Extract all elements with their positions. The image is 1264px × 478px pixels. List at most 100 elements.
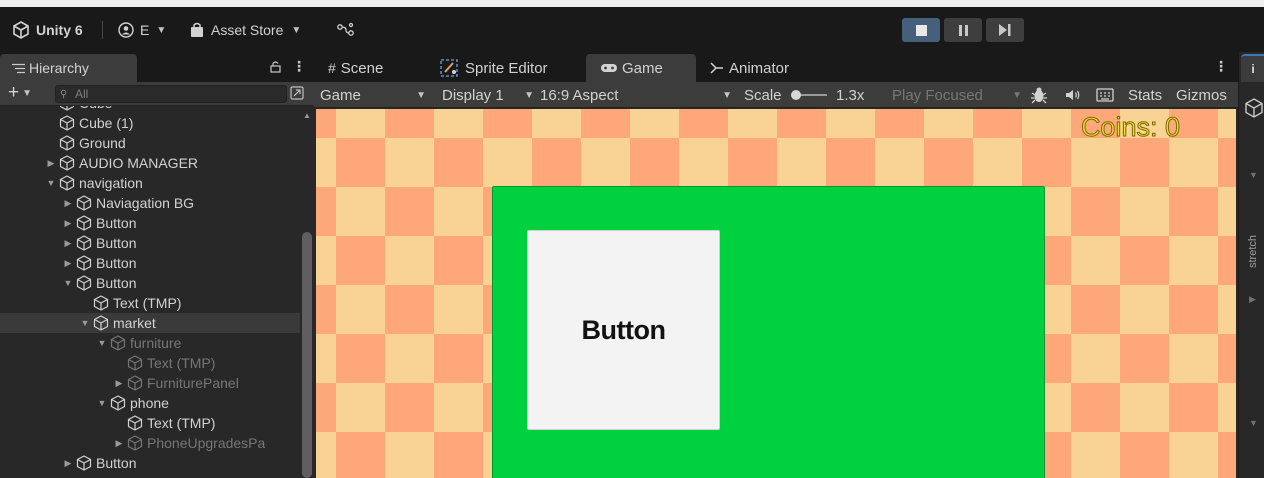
chevron-down-icon: ▼ [1012, 89, 1022, 101]
pause-button[interactable] [944, 18, 982, 42]
expand-arrow-right-icon[interactable]: ▶ [61, 258, 75, 269]
hierarchy-item-label: Text (TMP) [147, 355, 216, 371]
lock-icon[interactable] [270, 60, 281, 73]
hierarchy-item-label: Button [96, 255, 137, 271]
hierarchy-scrollbar[interactable]: ▲ [300, 106, 314, 478]
step-button[interactable] [986, 18, 1024, 42]
cube-icon [1245, 98, 1263, 118]
asset-store-dropdown[interactable]: Asset Store ▼ [190, 19, 301, 41]
keyboard-icon [1096, 88, 1114, 102]
hierarchy-item[interactable]: ▶ AUDIO MANAGER [0, 153, 300, 173]
tab-scene[interactable]: # Scene [314, 54, 432, 82]
gameobject-cube-icon [92, 294, 110, 312]
version-control-button[interactable] [336, 19, 356, 41]
game-tab-label: Game [622, 59, 663, 77]
hierarchy-item[interactable]: ▼ navigation [0, 173, 300, 193]
gameobject-cube-icon [126, 434, 144, 452]
expand-arrow-right-icon[interactable]: ▶ [112, 378, 126, 389]
pause-icon [958, 24, 968, 36]
account-icon [118, 22, 134, 38]
mute-audio-button[interactable] [1065, 82, 1081, 108]
hierarchy-item[interactable]: Ground [0, 133, 300, 153]
hierarchy-item-label: Button [96, 275, 137, 291]
expand-arrow-down-icon[interactable]: ▼ [95, 398, 109, 408]
expand-arrow-right-icon[interactable]: ▶ [61, 238, 75, 249]
scroll-up-icon[interactable]: ▲ [303, 111, 311, 120]
animator-icon [710, 62, 724, 74]
slider-handle[interactable] [791, 90, 801, 100]
game-viewport[interactable]: Coins: 0 Button [316, 109, 1236, 478]
hierarchy-item[interactable]: Text (TMP) [0, 293, 300, 313]
hierarchy-item-label: Button [96, 215, 137, 231]
display-dropdown[interactable]: Display 1 ▼ [442, 82, 534, 108]
debug-bug-button[interactable] [1030, 82, 1048, 108]
hierarchy-item[interactable]: ▶ PhoneUpgradesPa [0, 433, 300, 453]
stop-button[interactable] [902, 18, 940, 42]
gameobject-cube-icon [75, 454, 93, 472]
tab-inspector[interactable]: i [1241, 54, 1264, 82]
stats-button[interactable]: Stats [1128, 82, 1162, 108]
chevron-down-icon: ▼ [291, 24, 302, 36]
tab-animator[interactable]: Animator [696, 54, 806, 82]
gameobject-cube-icon [58, 174, 76, 192]
expand-arrow-down-icon[interactable]: ▼ [61, 278, 75, 288]
hierarchy-item[interactable]: Text (TMP) [0, 413, 300, 433]
expand-arrow-right-icon[interactable]: ▶ [61, 218, 75, 229]
shortcuts-button[interactable] [1096, 82, 1114, 108]
search-placeholder: All [75, 87, 89, 101]
market-panel: Button [492, 186, 1045, 478]
expand-arrow-down-icon[interactable]: ▼ [44, 178, 58, 188]
hierarchy-item[interactable]: Cube (1) [0, 113, 300, 133]
tab-sprite-editor[interactable]: Sprite Editor [426, 54, 584, 82]
scene-visibility-icon[interactable] [290, 86, 304, 100]
hierarchy-item[interactable]: ▶ Button [0, 213, 300, 233]
tab-game[interactable]: Game [586, 54, 696, 82]
search-icon: ⚲ [60, 89, 68, 100]
play-focused-dropdown[interactable]: Play Focused ▼ [892, 82, 1022, 108]
gameobject-cube-icon [126, 374, 144, 392]
chevron-down-icon: ▼ [156, 24, 167, 36]
hierarchy-item[interactable]: ▶ Button [0, 453, 300, 473]
hierarchy-search-input[interactable]: ⚲ All [55, 85, 287, 103]
hierarchy-item[interactable]: ▶ Button [0, 253, 300, 273]
hierarchy-item-label: AUDIO MANAGER [79, 155, 199, 171]
hierarchy-item[interactable]: Cube [0, 106, 300, 113]
chevron-down-icon[interactable]: ▼ [1249, 418, 1258, 428]
expand-arrow-right-icon[interactable]: ▶ [61, 458, 75, 469]
hierarchy-item-label: Cube [79, 106, 112, 111]
hierarchy-item[interactable]: ▼ Button [0, 273, 300, 293]
chevron-down-icon[interactable]: ▼ [1249, 170, 1258, 180]
hierarchy-item[interactable]: ▶ FurniturePanel [0, 373, 300, 393]
expand-arrow-right-icon[interactable]: ▶ [112, 438, 126, 449]
kebab-menu-icon[interactable]: ⋮ [1214, 58, 1228, 75]
expand-arrow-down-icon[interactable]: ▼ [95, 338, 109, 348]
game-view-controls: Game ▼ Display 1 ▼ 16:9 Aspect ▼ Scale 1… [314, 82, 1238, 108]
stop-icon [915, 24, 927, 36]
expand-arrow-right-icon[interactable]: ▶ [61, 198, 75, 209]
editor-tabbar: # Scene Sprite Editor Game Animator ⋮ [314, 52, 1238, 82]
hierarchy-item[interactable]: ▶ Naviagation BG [0, 193, 300, 213]
kebab-menu-icon[interactable]: ⋮ [292, 58, 306, 75]
scale-slider[interactable] [791, 82, 829, 108]
gizmos-button[interactable]: Gizmos [1176, 82, 1227, 108]
expand-arrow-down-icon[interactable]: ▼ [78, 318, 92, 328]
account-label: E [140, 22, 150, 38]
aspect-dropdown[interactable]: 16:9 Aspect ▼ [540, 82, 732, 108]
chevron-right-icon[interactable]: ▶ [1249, 294, 1256, 305]
add-dropdown-button[interactable]: + ▼ [8, 83, 32, 103]
account-dropdown[interactable]: E ▼ [118, 19, 166, 41]
scale-value: 1.3x [836, 82, 864, 108]
expand-arrow-right-icon[interactable]: ▶ [44, 158, 58, 169]
game-button[interactable]: Button [527, 230, 720, 430]
game-mode-dropdown[interactable]: Game ▼ [320, 82, 426, 108]
hierarchy-item[interactable]: Text (TMP) [0, 353, 300, 373]
toolbar-separator [102, 21, 103, 39]
hierarchy-item[interactable]: ▶ Button [0, 233, 300, 253]
hierarchy-item[interactable]: ▼ phone [0, 393, 300, 413]
tab-hierarchy[interactable]: Hierarchy [0, 54, 137, 82]
scrollbar-thumb[interactable] [302, 232, 312, 478]
hierarchy-tabbar: Hierarchy ⋮ [0, 52, 314, 82]
hierarchy-item[interactable]: ▼ market [0, 313, 300, 333]
hierarchy-item[interactable]: ▼ furniture [0, 333, 300, 353]
unity-menu[interactable]: Unity 6 [12, 19, 83, 41]
